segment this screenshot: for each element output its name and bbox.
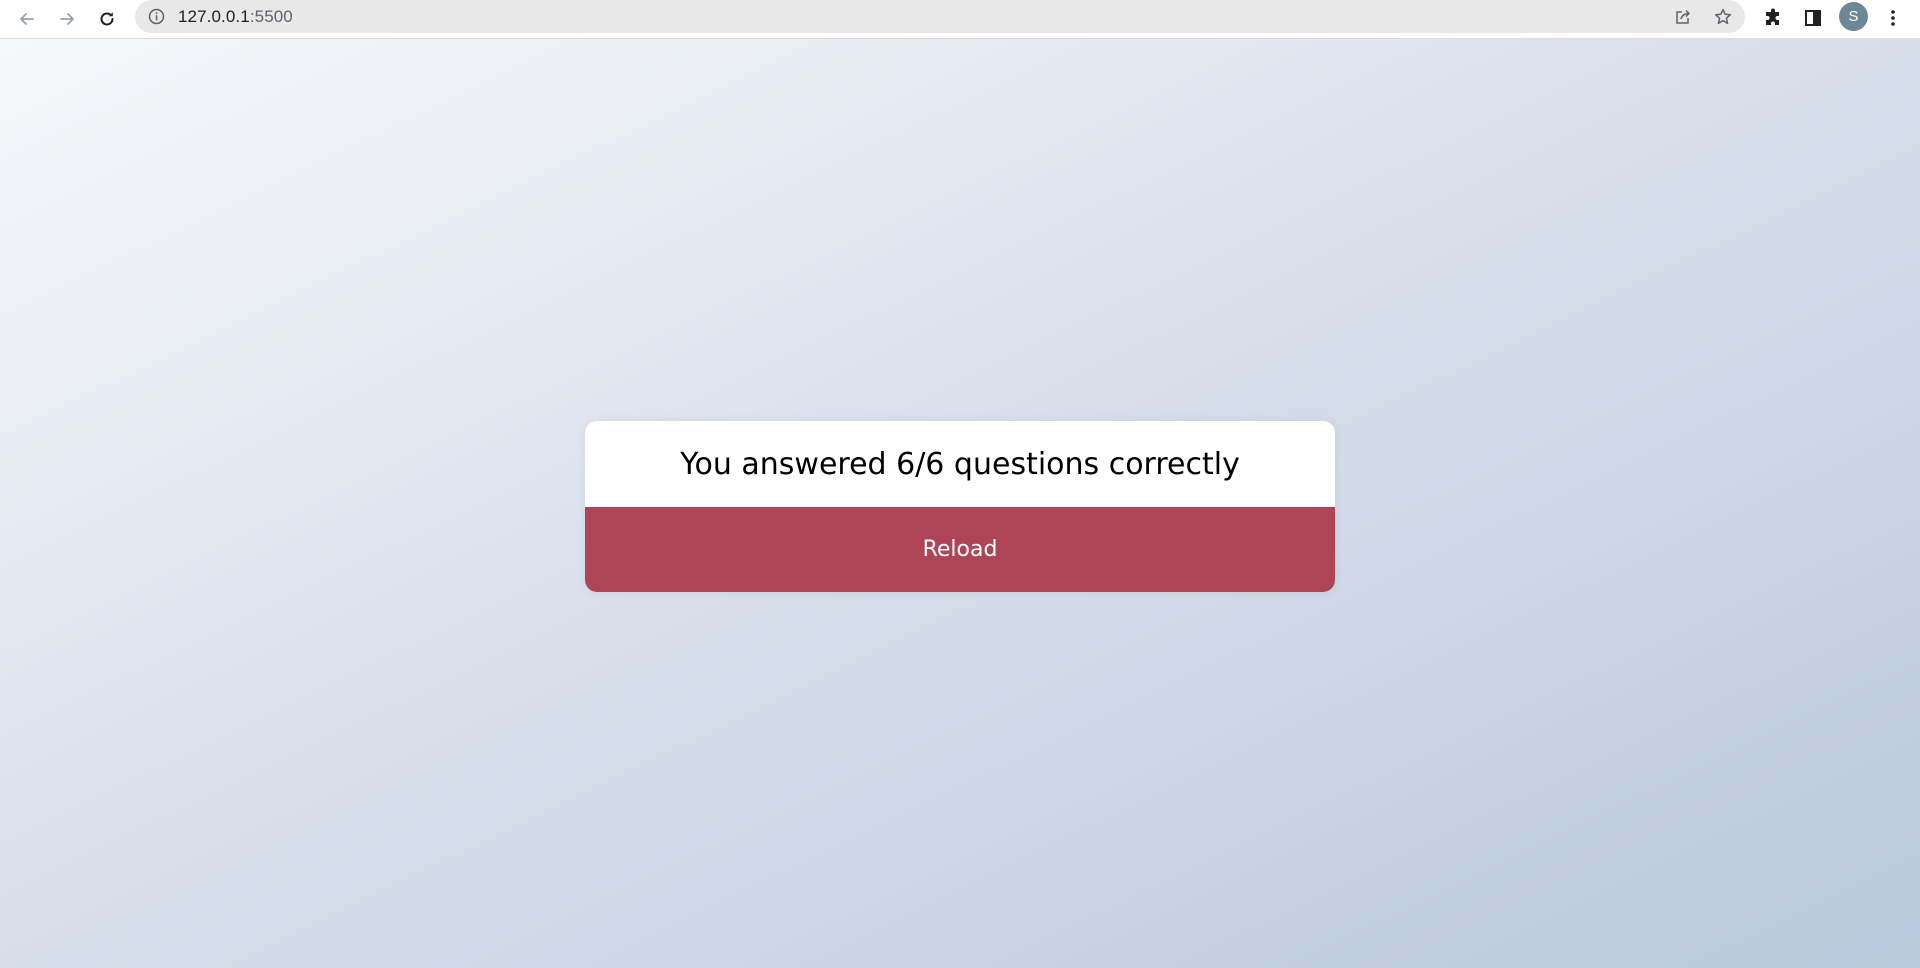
url-port: :5500 (249, 7, 293, 26)
share-button[interactable] (1670, 4, 1696, 30)
back-button[interactable] (12, 4, 42, 34)
url-text[interactable]: 127.0.0.1:5500 (178, 7, 293, 27)
reload-page-button[interactable] (92, 4, 122, 34)
kebab-menu-icon (1891, 10, 1895, 26)
refresh-icon (100, 12, 114, 26)
back-arrow-icon (20, 13, 34, 25)
page-viewport: You answered 6/6 questions correctly Rel… (0, 39, 1920, 968)
forward-arrow-icon (60, 13, 74, 25)
reload-button[interactable]: Reload (585, 507, 1335, 592)
forward-button[interactable] (52, 4, 82, 34)
side-panel-icon (1805, 10, 1821, 26)
puzzle-piece-icon (1766, 8, 1779, 25)
site-info-icon[interactable] (148, 8, 165, 25)
share-icon (1676, 9, 1690, 24)
quiz-result-card: You answered 6/6 questions correctly Rel… (585, 421, 1335, 592)
address-bar[interactable]: 127.0.0.1:5500 (135, 0, 1745, 33)
result-heading: You answered 6/6 questions correctly (680, 446, 1240, 482)
browser-toolbar: 127.0.0.1:5500 S (0, 0, 1920, 39)
side-panel-button[interactable] (1798, 3, 1828, 33)
browser-menu-button[interactable] (1878, 3, 1908, 33)
bookmark-button[interactable] (1710, 4, 1736, 30)
profile-avatar[interactable]: S (1839, 2, 1868, 31)
url-host: 127.0.0.1 (178, 7, 250, 26)
star-icon (1714, 8, 1732, 25)
extensions-button[interactable] (1758, 3, 1788, 33)
